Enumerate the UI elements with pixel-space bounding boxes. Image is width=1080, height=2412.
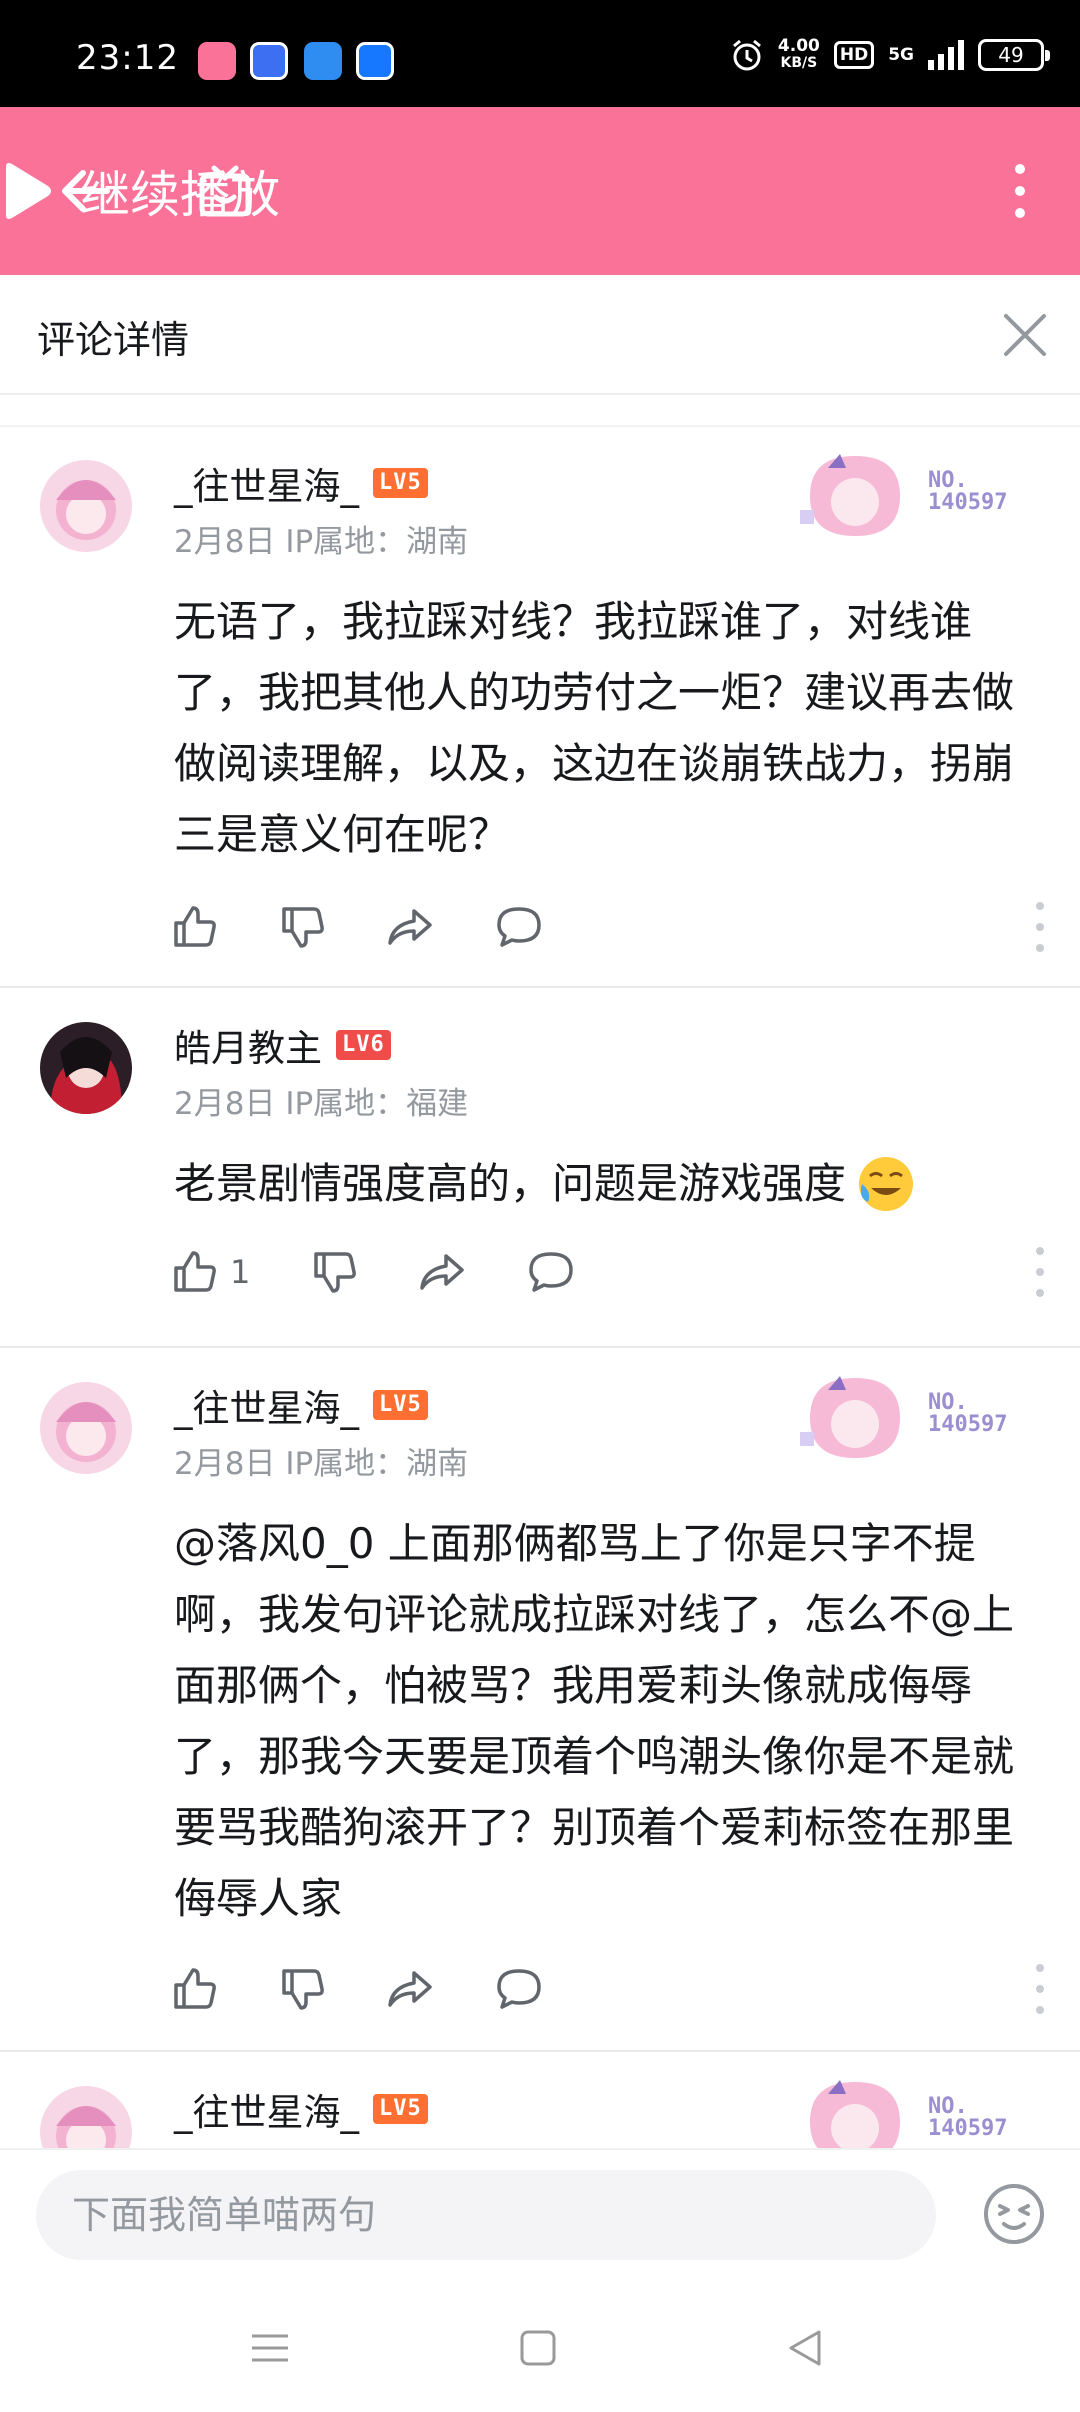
divider	[0, 425, 1080, 427]
tieba-app-icon	[250, 42, 288, 80]
thumbs-down-icon	[282, 907, 324, 948]
bilibili-app-icon	[198, 42, 236, 80]
level-badge: LV6	[336, 1030, 391, 1060]
panel-title: 评论详情	[37, 318, 190, 362]
comment-meta: 2月8日 IP属地：福建	[174, 1086, 469, 1122]
share-button[interactable]	[418, 1242, 526, 1302]
comment-meta: 2月8日 IP属地：湖南	[174, 1446, 469, 1482]
vertical-dots-icon	[1015, 164, 1025, 218]
continue-play-button[interactable]: 继续播放	[0, 107, 1080, 275]
close-button[interactable]	[990, 300, 1060, 370]
status-bar: 23:12 4.00 KB/S HD 5G 49	[0, 0, 1080, 107]
thumbs-up-icon	[174, 1968, 216, 2009]
thumbs-down-icon	[314, 1252, 356, 1293]
comment-actions: 1	[170, 1242, 634, 1302]
avatar[interactable]	[40, 1382, 132, 1474]
comment-text: 无语了，我拉踩对线？我拉踩谁了，对线谁了，我把其他人的功劳付之一炬？建议再去做做…	[174, 597, 1015, 859]
comment-bubble-icon	[497, 907, 541, 947]
share-icon	[420, 1254, 464, 1290]
thumbs-down-icon	[282, 1969, 324, 2010]
reply-button[interactable]	[494, 1959, 602, 2019]
avatar[interactable]	[40, 460, 132, 552]
close-icon	[1004, 314, 1046, 356]
signal-icon	[928, 40, 964, 70]
share-button[interactable]	[386, 1959, 494, 2019]
comment-detail-header: 评论详情	[0, 275, 1080, 395]
dislike-button[interactable]	[310, 1242, 418, 1302]
square-home-icon	[520, 2330, 556, 2366]
arrow-left-icon	[62, 170, 110, 212]
triangle-back-icon	[789, 2330, 821, 2366]
system-nav-bar	[0, 2278, 1080, 2412]
like-button[interactable]	[170, 1959, 278, 2019]
comment-bubble-icon	[497, 1969, 541, 2009]
level-badge: LV5	[373, 2094, 428, 2124]
comment-text: @落风0_0 上面那俩都骂上了你是只字不提啊，我发句评论就成拉踩对线了，怎么不@…	[174, 1519, 1015, 1923]
comment-input-bar: 下面我简单喵两句	[0, 2148, 1080, 2278]
fan-badge: NO. 140597	[790, 1368, 1030, 1468]
crying-laugh-emoji-icon	[859, 1156, 914, 1211]
home-nav-button[interactable]	[498, 2308, 578, 2388]
blue-app-icon	[304, 42, 342, 80]
share-icon	[388, 909, 432, 945]
comment-item: _往世星海_ LV5 2月8日 IP属地：湖南 NO. 140597 无语了，我拉踩…	[0, 428, 1080, 988]
username[interactable]: 皓月教主 LV6	[174, 1018, 391, 1072]
round-app-icon	[356, 42, 394, 80]
thumbs-up-icon	[174, 906, 216, 947]
network-type: 5G	[888, 45, 914, 65]
comment-item: 皓月教主 LV6 2月8日 IP属地：福建 老景剧情强度高的，问题是游戏强度 1	[0, 990, 1080, 1348]
fan-badge-art	[800, 454, 900, 536]
dislike-button[interactable]	[278, 897, 386, 957]
comment-input[interactable]: 下面我简单喵两句	[36, 2170, 936, 2260]
emoji-face-icon	[984, 2184, 1044, 2244]
avatar[interactable]	[40, 2086, 132, 2148]
thumbs-up-icon	[174, 1251, 216, 1292]
username[interactable]: _往世星海_ LV5	[174, 1378, 428, 1432]
share-button[interactable]	[386, 897, 494, 957]
status-time: 23:12	[76, 38, 179, 78]
comment-actions	[170, 897, 602, 957]
comment-meta: 2月8日 IP属地：湖南	[174, 524, 469, 560]
tv-home-icon	[199, 165, 251, 217]
comment-more-button[interactable]	[1030, 1964, 1050, 2014]
dislike-button[interactable]	[278, 1959, 386, 2019]
alarm-icon	[732, 39, 761, 71]
comment-more-button[interactable]	[1030, 902, 1050, 952]
reply-button[interactable]	[526, 1242, 634, 1302]
like-button[interactable]: 1	[170, 1242, 310, 1302]
level-badge: LV5	[373, 1390, 428, 1420]
share-icon	[388, 1971, 432, 2007]
fan-badge: NO. 140597	[790, 2072, 1030, 2148]
like-button[interactable]	[170, 897, 278, 957]
fan-badge-art	[810, 2080, 900, 2148]
network-speed: 4.00 KB/S	[777, 36, 820, 72]
level-badge: LV5	[373, 468, 428, 498]
comment-more-button[interactable]	[1030, 1247, 1050, 1297]
username[interactable]: _往世星海_ LV5	[174, 456, 428, 510]
video-header: 继续播放	[0, 107, 1080, 275]
battery-icon: 49	[978, 39, 1050, 71]
back-button[interactable]	[40, 107, 130, 275]
home-button[interactable]	[180, 107, 270, 275]
avatar[interactable]	[40, 1022, 132, 1114]
back-nav-button[interactable]	[765, 2308, 845, 2388]
username[interactable]: _往世星海_ LV5	[174, 2082, 428, 2136]
more-options-button[interactable]	[980, 107, 1060, 275]
recents-button[interactable]	[230, 2308, 310, 2388]
fan-badge: NO. 140597	[790, 446, 1030, 546]
comment-actions	[170, 1959, 602, 2019]
comment-item: _往世星海_ LV5 NO. 140597	[0, 2054, 1080, 2148]
hd-badge: HD	[833, 41, 875, 69]
comment-item: _往世星海_ LV5 2月8日 IP属地：湖南 NO. 140597 @落风0_0 …	[0, 1350, 1080, 2052]
menu-icon	[252, 2334, 288, 2362]
like-count: 1	[230, 1253, 251, 1291]
reply-button[interactable]	[494, 897, 602, 957]
fan-badge-art	[800, 1376, 900, 1458]
comment-text: 老景剧情强度高的，问题是游戏强度	[174, 1148, 1034, 1219]
comment-bubble-icon	[529, 1252, 573, 1292]
emoji-button[interactable]	[974, 2174, 1054, 2254]
